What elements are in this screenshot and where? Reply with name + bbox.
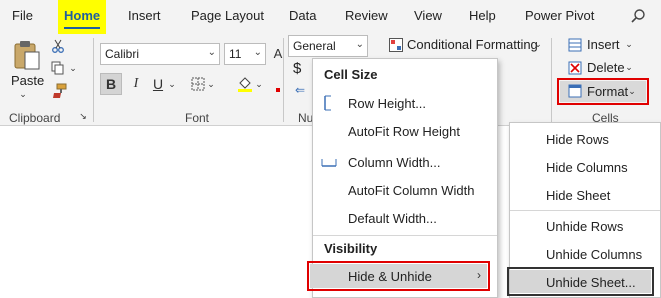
- hide-columns-item[interactable]: Hide Columns: [546, 160, 628, 175]
- chevron-down-icon: ⌄: [355, 39, 364, 50]
- format-cells-icon: [567, 83, 583, 99]
- format-painter-icon[interactable]: [50, 82, 68, 100]
- unhide-sheet-label: Unhide Sheet...: [546, 275, 636, 290]
- separator: [93, 38, 94, 122]
- hide-unhide-label: Hide & Unhide: [348, 269, 432, 284]
- copy-icon[interactable]: [50, 60, 66, 76]
- row-height-item[interactable]: Row Height...: [348, 96, 426, 111]
- default-width-item[interactable]: Default Width...: [348, 211, 437, 226]
- fill-color-dropdown-icon[interactable]: ⌄: [254, 78, 264, 90]
- search-icon[interactable]: [628, 6, 648, 26]
- borders-dropdown-icon[interactable]: ⌄: [206, 78, 216, 90]
- visibility-heading: Visibility: [324, 241, 378, 256]
- chevron-down-icon: ⌄: [253, 47, 262, 58]
- decrease-decimal-icon[interactable]: ⇐: [290, 82, 310, 98]
- tab-insert[interactable]: Insert: [128, 8, 161, 23]
- delete-cells-icon[interactable]: [567, 60, 583, 76]
- tab-review[interactable]: Review: [345, 8, 388, 23]
- font-size-value: 11: [229, 47, 242, 61]
- number-format-combo[interactable]: General ⌄: [288, 35, 368, 57]
- font-size-combo[interactable]: 11 ⌄: [224, 43, 266, 65]
- insert-cells-label[interactable]: Insert: [587, 37, 620, 52]
- italic-button[interactable]: I: [128, 73, 144, 95]
- autofit-column-width-item[interactable]: AutoFit Column Width: [348, 183, 474, 198]
- row-height-icon: [322, 95, 336, 111]
- unhide-columns-item[interactable]: Unhide Columns: [546, 247, 642, 262]
- column-width-icon: [321, 155, 337, 169]
- separator: [551, 38, 552, 122]
- menu-divider: [510, 210, 660, 211]
- paste-label[interactable]: Paste: [11, 73, 44, 88]
- autofit-row-height-item[interactable]: AutoFit Row Height: [348, 124, 460, 139]
- tab-power-pivot[interactable]: Power Pivot: [525, 8, 594, 23]
- menu-divider: [313, 235, 497, 236]
- tab-page-layout[interactable]: Page Layout: [191, 8, 264, 23]
- clipboard-group-label: Clipboard: [9, 111, 61, 125]
- delete-cells-label[interactable]: Delete: [587, 60, 625, 75]
- tab-file[interactable]: File: [12, 8, 33, 23]
- tab-home[interactable]: Home: [58, 0, 107, 34]
- hide-rows-item[interactable]: Hide Rows: [546, 132, 609, 147]
- hide-sheet-item[interactable]: Hide Sheet: [546, 188, 610, 203]
- separator: [283, 38, 284, 122]
- font-color-icon[interactable]: [276, 88, 280, 92]
- copy-dropdown-icon[interactable]: ⌄: [68, 62, 78, 74]
- chevron-down-icon[interactable]: ⌄: [624, 61, 634, 73]
- number-format-value: General: [293, 39, 336, 53]
- fill-color-icon[interactable]: [236, 74, 254, 94]
- cell-size-heading: Cell Size: [324, 67, 378, 82]
- column-width-item[interactable]: Column Width...: [348, 155, 440, 170]
- chevron-down-icon: ⌄: [207, 47, 216, 58]
- tab-help[interactable]: Help: [469, 8, 496, 23]
- clipboard-launcher-icon[interactable]: ↘: [78, 111, 88, 121]
- conditional-formatting-icon[interactable]: [388, 37, 404, 53]
- paste-dropdown-icon[interactable]: ⌄: [18, 88, 28, 100]
- bold-button[interactable]: B: [100, 73, 122, 95]
- underline-dropdown-icon[interactable]: ⌄: [167, 78, 177, 90]
- font-name-combo[interactable]: Calibri ⌄: [100, 43, 220, 65]
- font-name-value: Calibri: [105, 47, 140, 61]
- chevron-right-icon: ›: [477, 268, 481, 282]
- chevron-down-icon[interactable]: ⌄: [533, 38, 543, 50]
- paste-icon[interactable]: [10, 38, 44, 72]
- currency-button[interactable]: $: [293, 60, 301, 77]
- conditional-formatting-label[interactable]: Conditional Formatting: [407, 37, 538, 52]
- tab-view[interactable]: View: [414, 8, 442, 23]
- underline-button[interactable]: U: [150, 73, 166, 95]
- font-group-label: Font: [185, 111, 210, 125]
- unhide-rows-item[interactable]: Unhide Rows: [546, 219, 623, 234]
- cut-icon[interactable]: [50, 38, 66, 54]
- insert-cells-icon[interactable]: [567, 37, 583, 53]
- menu-bar: File Home Insert Page Layout Data Review…: [0, 0, 661, 34]
- tab-data[interactable]: Data: [289, 8, 316, 23]
- chevron-down-icon: ⌄: [628, 85, 636, 96]
- format-label: Format: [587, 84, 629, 99]
- borders-icon[interactable]: [190, 76, 206, 92]
- chevron-down-icon[interactable]: ⌄: [624, 38, 634, 50]
